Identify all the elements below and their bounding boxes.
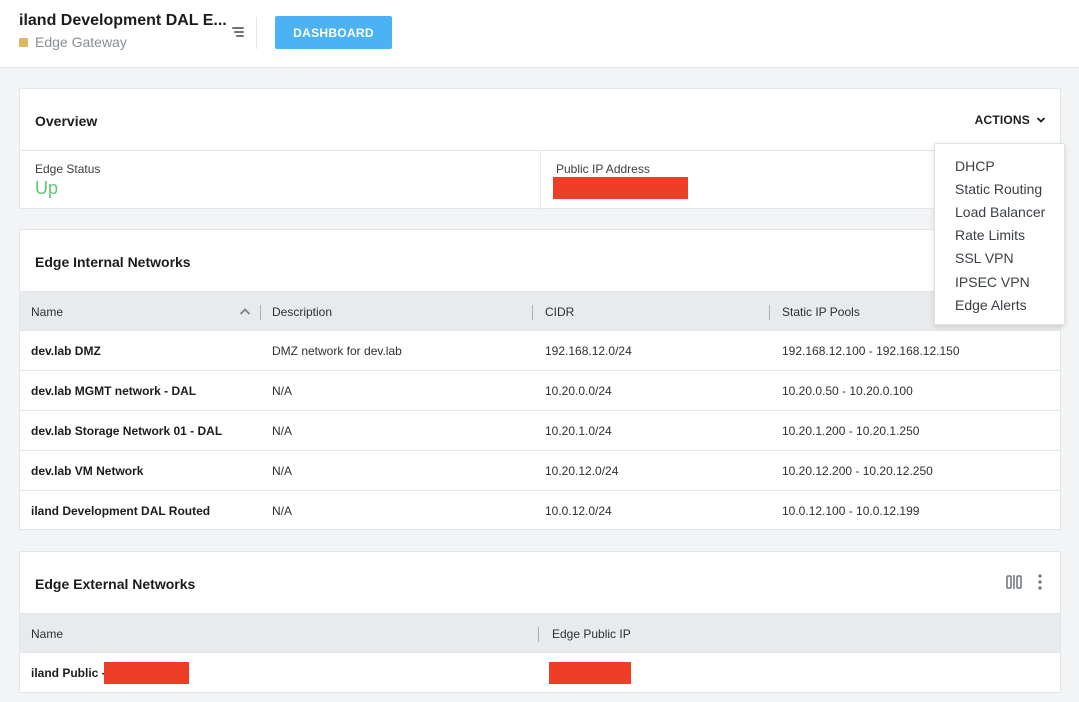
row-cidr: 10.20.12.0/24 [545, 464, 619, 478]
page-title: iland Development DAL E... [19, 12, 227, 29]
actions-label: ACTIONS [974, 113, 1030, 127]
sort-ascending-icon[interactable] [239, 307, 251, 317]
overview-row: Edge Status Up Public IP Address [20, 150, 1060, 210]
table-row[interactable]: dev.lab Storage Network 01 - DAL N/A 10.… [20, 410, 1060, 450]
page-header: iland Development DAL E... Edge Gateway … [0, 0, 1079, 68]
column-header-static-ip-pools[interactable]: Static IP Pools [782, 292, 860, 332]
column-toggle-icon[interactable] [1006, 574, 1022, 590]
table-tools [1006, 574, 1042, 590]
menu-item-rate-limits[interactable]: Rate Limits [955, 227, 1025, 243]
column-separator[interactable] [260, 305, 261, 320]
external-networks-title: Edge External Networks [35, 576, 196, 592]
row-name: iland Development DAL Routed [31, 504, 211, 518]
dashboard-button[interactable]: DASHBOARD [275, 16, 392, 49]
table-row[interactable]: dev.lab MGMT network - DAL N/A 10.20.0.0… [20, 370, 1060, 410]
row-name: dev.lab Storage Network 01 - DAL [31, 424, 223, 438]
row-pools: 10.0.12.100 - 10.0.12.199 [782, 504, 920, 518]
row-description: N/A [272, 464, 293, 478]
overview-card: Overview ACTIONS Edge Status Up Public I… [19, 88, 1061, 210]
row-pools: 192.168.12.100 - 192.168.12.150 [782, 344, 960, 358]
table-row[interactable]: iland Development DAL Routed N/A 10.0.12… [20, 490, 1060, 530]
more-vertical-icon[interactable] [1038, 574, 1042, 590]
internal-networks-title: Edge Internal Networks [35, 254, 191, 270]
row-description: DMZ network for dev.lab [272, 344, 402, 358]
hamburger-menu-icon[interactable] [229, 24, 245, 40]
page-subtitle: Edge Gateway [19, 34, 127, 50]
overview-title: Overview [35, 113, 98, 129]
row-cidr: 192.168.12.0/24 [545, 344, 632, 358]
external-table-header: Name Edge Public IP [20, 613, 1060, 653]
edge-status-value: Up [35, 178, 59, 198]
redacted-network-name [104, 662, 189, 684]
redacted-edge-public-ip [549, 662, 631, 684]
public-ip-label: Public IP Address [556, 162, 650, 176]
row-cidr: 10.0.12.0/24 [545, 504, 612, 518]
redacted-public-ip [553, 177, 688, 199]
row-cidr: 10.20.1.0/24 [545, 424, 612, 438]
column-separator[interactable] [538, 627, 539, 642]
edge-gateway-badge-icon [19, 37, 28, 47]
column-header-cidr[interactable]: CIDR [545, 292, 574, 332]
row-pools: 10.20.0.50 - 10.20.0.100 [782, 384, 913, 398]
column-header-edge-public-ip[interactable]: Edge Public IP [552, 614, 631, 654]
actions-button[interactable]: ACTIONS [975, 113, 1046, 127]
table-row[interactable]: dev.lab DMZ DMZ network for dev.lab 192.… [20, 330, 1060, 370]
row-description: N/A [272, 384, 293, 398]
menu-item-dhcp[interactable]: DHCP [955, 158, 995, 174]
column-header-description[interactable]: Description [272, 292, 332, 332]
column-header-name[interactable]: Name [31, 614, 63, 654]
actions-dropdown-menu: DHCP Static Routing Load Balancer Rate L… [934, 143, 1065, 325]
menu-item-ssl-vpn[interactable]: SSL VPN [955, 250, 1014, 266]
table-row[interactable]: iland Public - [20, 652, 1060, 692]
row-name: dev.lab DMZ [31, 344, 101, 358]
row-cidr: 10.20.0.0/24 [545, 384, 612, 398]
row-pools: 10.20.1.200 - 10.20.1.250 [782, 424, 920, 438]
row-description: N/A [272, 424, 293, 438]
internal-table-header: Name Description CIDR Static IP Pools [20, 291, 1060, 331]
edge-status-label: Edge Status [35, 162, 101, 176]
chevron-down-icon [1036, 117, 1046, 123]
column-separator[interactable] [769, 305, 770, 320]
menu-item-edge-alerts[interactable]: Edge Alerts [955, 297, 1027, 313]
header-divider [256, 17, 257, 49]
table-row[interactable]: dev.lab VM Network N/A 10.20.12.0/24 10.… [20, 450, 1060, 490]
column-header-name[interactable]: Name [31, 292, 63, 332]
row-pools: 10.20.12.200 - 10.20.12.250 [782, 464, 933, 478]
row-name: dev.lab VM Network [31, 464, 144, 478]
row-name: dev.lab MGMT network - DAL [31, 384, 197, 398]
column-separator[interactable] [532, 305, 533, 320]
external-networks-card: Edge External Networks Name Edge Public … [19, 551, 1061, 693]
subtitle-text: Edge Gateway [35, 34, 127, 50]
row-name: iland Public - [31, 666, 106, 680]
row-description: N/A [272, 504, 293, 518]
internal-networks-card: Edge Internal Networks Name Description … [19, 229, 1061, 530]
menu-item-load-balancer[interactable]: Load Balancer [955, 204, 1045, 220]
edge-status-cell: Edge Status Up [20, 151, 540, 210]
menu-item-ipsec-vpn[interactable]: IPSEC VPN [955, 274, 1030, 290]
menu-item-static-routing[interactable]: Static Routing [955, 181, 1042, 197]
